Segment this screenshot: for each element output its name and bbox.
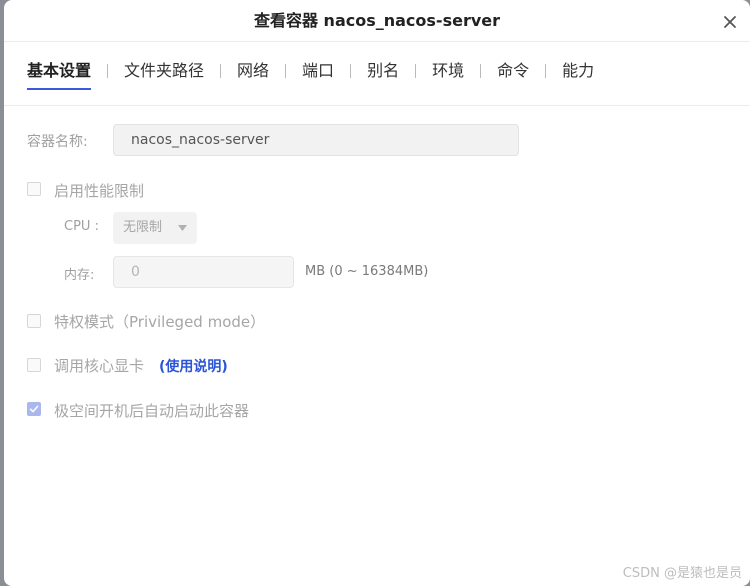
watermark: CSDN @是猿也是员	[622, 566, 742, 581]
tab-bar: 基本设置 文件夹路径 网络 端口 别名 环境 命令 能力	[27, 58, 594, 90]
view-container-dialog: 查看容器 nacos_nacos-server 基本设置 文件夹路径 网络 端口…	[4, 0, 750, 586]
tab-folder-path[interactable]: 文件夹路径	[124, 58, 204, 88]
tab-separator	[480, 64, 482, 78]
autostart-checkbox[interactable]	[27, 402, 41, 416]
tab-separator	[545, 64, 547, 78]
cpu-select-value: 无限制	[123, 220, 163, 235]
tab-separator	[220, 64, 222, 78]
cpu-label: CPU :	[64, 219, 99, 234]
container-name-field[interactable]: nacos_nacos-server	[113, 124, 519, 156]
tab-separator	[107, 64, 109, 78]
privileged-mode-checkbox[interactable]	[27, 314, 41, 328]
dialog-title: 查看容器 nacos_nacos-server	[253, 11, 501, 30]
gpu-label: 调用核心显卡	[54, 357, 145, 375]
performance-limit-label: 启用性能限制	[54, 182, 145, 200]
privileged-mode-label: 特权模式（Privileged mode）	[54, 313, 266, 331]
performance-limit-checkbox[interactable]	[27, 182, 41, 196]
tab-alias[interactable]: 别名	[367, 58, 399, 88]
memory-label: 内存:	[64, 268, 95, 283]
tab-command[interactable]: 命令	[497, 58, 529, 88]
memory-unit-hint: MB (0 ~ 16384MB)	[305, 264, 429, 279]
tab-basic-settings[interactable]: 基本设置	[27, 58, 92, 90]
check-icon	[29, 405, 39, 413]
gpu-help-link[interactable]: (使用说明)	[159, 356, 228, 376]
container-name-label: 容器名称:	[27, 134, 88, 150]
cpu-select[interactable]: 无限制	[113, 212, 197, 244]
close-icon[interactable]	[722, 14, 738, 30]
tab-separator	[350, 64, 352, 78]
tab-network[interactable]: 网络	[237, 58, 269, 88]
autostart-label: 极空间开机后自动启动此容器	[54, 402, 250, 420]
title-divider	[4, 41, 750, 42]
tabs-divider	[4, 105, 750, 106]
tab-separator	[415, 64, 417, 78]
tab-capabilities[interactable]: 能力	[562, 58, 594, 88]
tab-ports[interactable]: 端口	[302, 58, 334, 88]
chevron-down-icon	[178, 225, 187, 231]
gpu-checkbox[interactable]	[27, 358, 41, 372]
tab-separator	[285, 64, 287, 78]
tab-environment[interactable]: 环境	[432, 58, 464, 88]
memory-field[interactable]: 0	[113, 256, 294, 288]
